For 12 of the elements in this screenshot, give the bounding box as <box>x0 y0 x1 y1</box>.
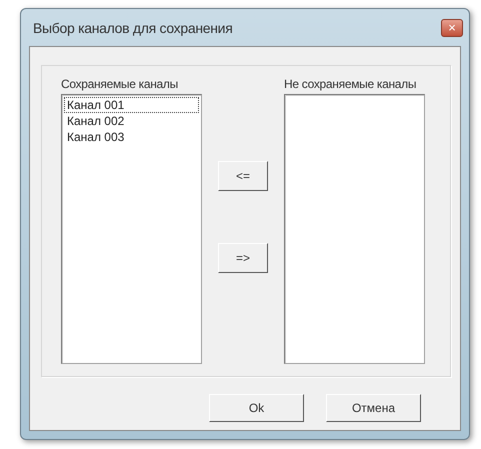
move-button[interactable]: <= <box>218 161 268 191</box>
move-button[interactable]: => <box>218 243 268 273</box>
list-item[interactable]: Канал 002 <box>64 113 199 129</box>
list-item[interactable]: Канал 001 <box>64 97 199 113</box>
channel-list[interactable] <box>284 94 425 364</box>
channel-list[interactable]: Канал 001 Канал 002 Канал 003 <box>61 94 202 364</box>
list-label: Сохраняемые каналы <box>61 77 179 91</box>
list-label: Не сохраняемые каналы <box>284 77 418 91</box>
window-title: Выбор каналов для сохранения <box>32 20 232 36</box>
list-item[interactable]: Канал 003 <box>64 129 199 145</box>
cancel-button[interactable]: Отмена <box>326 394 421 422</box>
ok-button[interactable]: Ok <box>209 394 304 422</box>
